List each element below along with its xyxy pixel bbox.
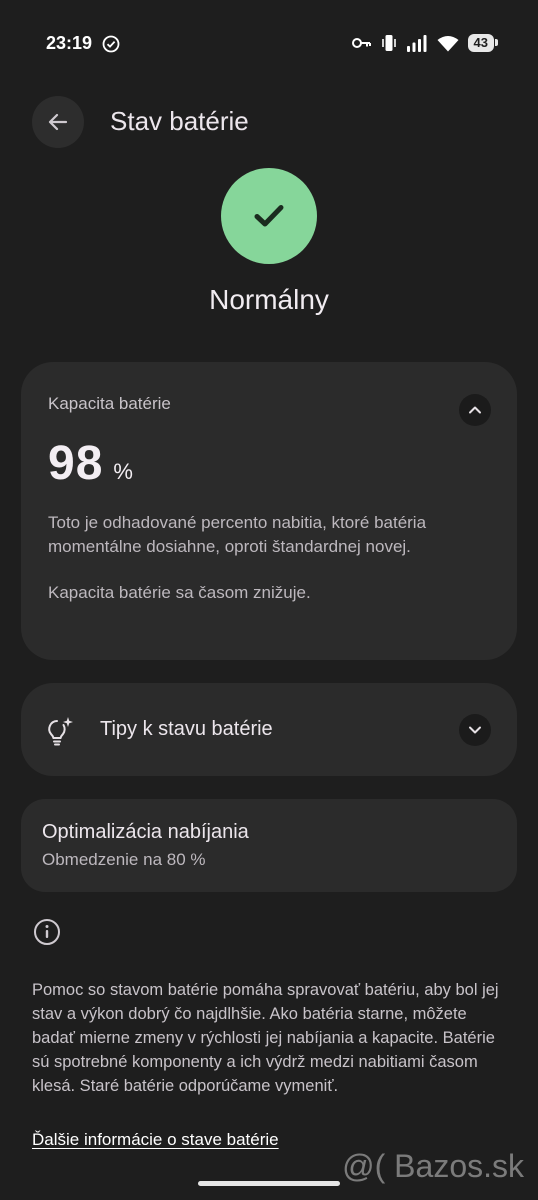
health-status-circle — [221, 168, 317, 264]
status-bar: 23:19 43 — [0, 0, 538, 86]
capacity-unit: % — [113, 459, 133, 484]
page-title: Stav batérie — [110, 106, 249, 136]
capacity-description: Toto je odhadované percento nabitia, kto… — [48, 513, 427, 556]
vibrate-icon — [381, 35, 396, 51]
capacity-number: 98 — [48, 437, 104, 490]
watermark: @( Bazos.sk — [342, 1148, 524, 1184]
optimization-title: Optimalizácia nabíjania — [42, 821, 249, 843]
capacity-value: 98 % — [48, 436, 490, 491]
battery-tips-card[interactable]: Tipy k stavu batérie — [21, 683, 517, 776]
battery-capacity-card: Kapacita batérie 98 % Toto je odhadované… — [21, 362, 517, 660]
expand-tips-button[interactable] — [459, 714, 491, 746]
battery-icon: 43 — [467, 34, 499, 52]
status-time: 23:19 — [46, 33, 93, 53]
charging-optimization-card[interactable]: Optimalizácia nabíjania Obmedzenie na 80… — [21, 799, 517, 892]
check-circle-icon — [102, 35, 120, 53]
arrow-left-icon — [48, 113, 68, 131]
tips-label: Tipy k stavu batérie — [100, 718, 273, 740]
chevron-up-icon — [469, 406, 481, 414]
capacity-note: Kapacita batérie sa časom znižuje. — [48, 583, 311, 602]
health-status-label: Normálny — [209, 284, 329, 315]
info-icon — [34, 919, 60, 945]
lightbulb-sparkle-icon — [48, 717, 73, 746]
back-button[interactable] — [32, 96, 84, 148]
home-indicator[interactable] — [198, 1181, 340, 1186]
more-info-link[interactable]: Ďalšie informácie o stave batérie — [32, 1130, 279, 1150]
collapse-capacity-button[interactable] — [459, 394, 491, 426]
wifi-icon — [437, 35, 459, 51]
info-text: Pomoc so stavom batérie pomáha spravovať… — [32, 981, 499, 1095]
status-icons: 43 — [351, 33, 499, 53]
check-icon — [254, 205, 284, 227]
capacity-label: Kapacita batérie — [48, 394, 171, 413]
optimization-subtitle: Obmedzenie na 80 % — [42, 850, 206, 869]
signal-icon — [406, 35, 427, 52]
key-icon — [351, 38, 371, 48]
chevron-down-icon — [469, 726, 481, 734]
